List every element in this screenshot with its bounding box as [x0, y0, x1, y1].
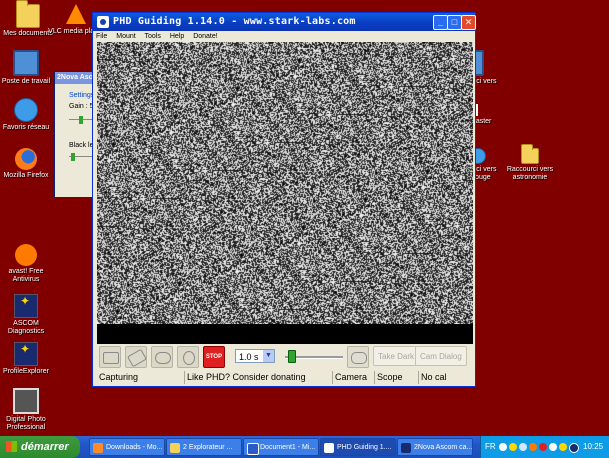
desktop-icon-label: ProfileExplorer	[3, 368, 49, 375]
desktop-icon-label: urci vers	[470, 78, 497, 85]
tray-icon[interactable]	[519, 443, 527, 451]
take-dark-button[interactable]: Take Dark	[373, 346, 420, 366]
status-camera: Camera	[333, 371, 375, 384]
desktop-icon-digital-photo[interactable]: Digital Photo Professional	[0, 388, 56, 432]
desktop-icon-label: ASCOM Diagnostics	[7, 320, 45, 335]
menu-help[interactable]: Help	[170, 33, 184, 40]
desktop-icon-raccourci-astronomie[interactable]: Raccourci vers astronomie	[498, 144, 562, 182]
stop-button[interactable]: STOP	[203, 346, 225, 368]
camera-noise-image[interactable]	[97, 42, 473, 324]
menu-donate[interactable]: Donate!	[193, 33, 218, 40]
menubar: File Mount Tools Help Donate!	[93, 31, 475, 42]
photo-icon	[13, 388, 39, 414]
desktop-icon-label: avast! Free Antivirus	[8, 268, 44, 283]
ascom-icon	[401, 443, 411, 453]
phd-guiding-window[interactable]: PHD Guiding 1.14.0 - www.stark-labs.com …	[92, 12, 476, 387]
close-button[interactable]: ✕	[461, 15, 476, 30]
desktop-icon-label: Favoris réseau	[2, 124, 50, 131]
avast-tray-icon[interactable]	[529, 443, 537, 451]
folder-icon	[170, 443, 180, 453]
desktop-icon-firefox[interactable]: Mozilla Firefox	[0, 148, 56, 180]
exposure-value: 1.0 s	[239, 352, 259, 362]
guide-button[interactable]	[177, 346, 199, 368]
chevron-down-icon: ▼	[263, 350, 274, 362]
status-bar: Capturing Like PHD? Consider donating Ca…	[97, 371, 473, 384]
ascom-icon	[14, 294, 38, 318]
desktop-icon-raccourci-partial[interactable]: urci vers s	[470, 50, 510, 94]
maximize-button[interactable]: □	[447, 15, 462, 30]
camera-connect-button[interactable]	[99, 346, 121, 368]
firefox-icon	[93, 443, 103, 453]
minimize-button[interactable]: _	[433, 15, 448, 30]
vlc-icon	[65, 4, 87, 26]
status-state: Capturing	[97, 371, 185, 384]
telescope-connect-button[interactable]	[125, 346, 147, 368]
ascom-icon	[14, 342, 38, 366]
status-cal: No cal	[421, 372, 447, 382]
taskbar-item-nova-ascom[interactable]: 2Nova Ascom ca...	[397, 438, 473, 456]
tray-icon[interactable]	[539, 443, 547, 451]
desktop-icon-label: Poste de travail	[1, 78, 51, 85]
taskbar: démarrer Downloads - Mo... 2 Explorateur…	[0, 436, 609, 458]
desktop-icon-profile-explorer[interactable]: ProfileExplorer	[0, 342, 56, 376]
gamma-slider[interactable]	[285, 349, 343, 363]
menu-mount[interactable]: Mount	[116, 33, 135, 40]
network-icon	[14, 98, 38, 122]
language-indicator[interactable]: FR	[485, 436, 496, 458]
desktop-icon-ascom-diagnostics[interactable]: ASCOM Diagnostics	[0, 294, 56, 336]
exposure-select[interactable]: 1.0 s ▼	[235, 349, 275, 363]
cam-dialog-button[interactable]: Cam Dialog	[415, 346, 467, 366]
task-label: 2 Explorateur ...	[183, 444, 233, 451]
window-title: PHD Guiding 1.14.0 - www.stark-labs.com	[113, 16, 356, 27]
taskbar-item-phd[interactable]: PHD Guiding 1....	[320, 438, 396, 456]
window-titlebar[interactable]: PHD Guiding 1.14.0 - www.stark-labs.com …	[93, 13, 476, 31]
word-icon	[247, 443, 259, 455]
taskbar-item-explorer[interactable]: 2 Explorateur ...	[166, 438, 242, 456]
tray-icon[interactable]	[559, 443, 567, 451]
status-message: Like PHD? Consider donating	[185, 371, 333, 384]
task-label: Downloads - Mo...	[106, 444, 163, 451]
desktop-icon-favoris-reseau[interactable]: Favoris réseau	[0, 98, 56, 132]
firefox-icon	[15, 148, 37, 170]
clock[interactable]: 10:25	[583, 436, 603, 458]
desktop-icon-poste-de-travail[interactable]: Poste de travail	[0, 50, 56, 86]
gamma-slider-thumb[interactable]	[288, 350, 296, 363]
start-label: démarrer	[21, 441, 69, 453]
tray-icon[interactable]	[549, 443, 557, 451]
desktop-icon-label: Digital Photo Professional	[6, 416, 46, 431]
start-button[interactable]: démarrer	[0, 436, 80, 458]
system-tray: FR 10:25	[480, 436, 609, 458]
status-scope: Scope	[375, 371, 419, 384]
task-label: 2Nova Ascom ca...	[414, 444, 473, 451]
desktop-icon-label: Raccourci vers astronomie	[506, 166, 554, 181]
desktop-icon-avast[interactable]: avast! Free Antivirus	[0, 244, 56, 284]
tray-icon[interactable]	[569, 443, 579, 453]
task-label: PHD Guiding 1....	[337, 444, 392, 451]
taskbar-item-document1[interactable]: Document1 - Mi...	[243, 438, 319, 456]
computer-icon	[13, 50, 39, 76]
desktop-icon-master-partial[interactable]: master	[470, 104, 510, 126]
loop-exposure-button[interactable]	[151, 346, 173, 368]
tray-icon[interactable]	[509, 443, 517, 451]
desktop-icon-label: master	[470, 118, 492, 125]
folder-icon	[521, 144, 539, 164]
desktop-icon-label: s	[470, 86, 510, 94]
folder-icon	[16, 0, 40, 28]
main-toolbar: STOP 1.0 s ▼ Take Dark Cam Dialog	[97, 344, 473, 370]
windows-logo-icon	[6, 441, 17, 452]
tray-icon[interactable]	[499, 443, 507, 451]
phd-app-icon	[97, 16, 109, 28]
avast-icon	[15, 244, 37, 266]
menu-file[interactable]: File	[96, 33, 107, 40]
camera-image-view[interactable]	[97, 42, 473, 354]
brain-settings-button[interactable]	[347, 346, 369, 368]
desktop: Mes documents VLC media player Poste de …	[0, 0, 609, 436]
desktop-icon-label: Mozilla Firefox	[3, 172, 49, 179]
menu-tools[interactable]: Tools	[145, 33, 161, 40]
phd-app-icon	[324, 443, 334, 453]
task-label: Document1 - Mi...	[260, 444, 316, 451]
taskbar-item-downloads[interactable]: Downloads - Mo...	[89, 438, 165, 456]
